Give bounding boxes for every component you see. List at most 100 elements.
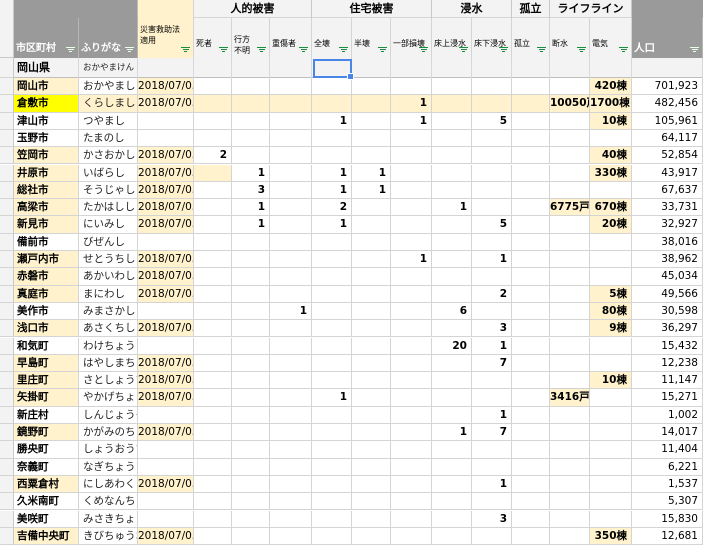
cell-m[interactable] — [232, 354, 270, 373]
cell-pop[interactable]: 12,681 — [632, 527, 703, 545]
cell-pop[interactable]: 52,854 — [632, 147, 703, 165]
cell-p[interactable] — [391, 527, 432, 545]
cell-m[interactable] — [232, 458, 270, 476]
cell-d[interactable] — [194, 302, 232, 321]
cell-i[interactable] — [512, 510, 550, 528]
cell-kana[interactable]: しんじょうそん — [79, 406, 138, 424]
cell-w[interactable]: 3416戸 — [550, 389, 590, 407]
cell-i[interactable] — [512, 147, 550, 165]
cell-p[interactable]: 1 — [391, 112, 432, 130]
cell-kana[interactable]: くめなんちょう — [79, 493, 138, 511]
cell-w[interactable] — [550, 320, 590, 338]
cell-w[interactable] — [550, 354, 590, 373]
cell-p[interactable] — [391, 216, 432, 234]
cell-a[interactable] — [432, 268, 472, 286]
cell-date[interactable]: 2018/07/05 — [138, 389, 194, 407]
cell-i[interactable] — [512, 233, 550, 251]
cell-i[interactable] — [512, 216, 550, 234]
cell-i[interactable] — [512, 458, 550, 476]
cell-a[interactable] — [432, 216, 472, 234]
cell-i[interactable] — [512, 285, 550, 303]
cell-m[interactable] — [232, 320, 270, 338]
cell-w[interactable] — [550, 424, 590, 442]
filter-icon[interactable] — [219, 47, 228, 53]
cell-m[interactable]: 1 — [232, 199, 270, 217]
cell-name[interactable]: 里庄町 — [14, 372, 79, 390]
cell-a[interactable] — [432, 78, 472, 96]
cell-z[interactable] — [312, 233, 352, 251]
cell-s[interactable] — [270, 216, 312, 234]
cell-m[interactable] — [232, 510, 270, 528]
cell-date[interactable]: 2018/07/05 — [138, 199, 194, 217]
cell-s[interactable] — [270, 199, 312, 217]
filter-icon[interactable] — [499, 47, 508, 53]
cell-s[interactable] — [270, 493, 312, 511]
cell-s[interactable] — [270, 181, 312, 200]
cell-e[interactable]: 40棟 — [590, 147, 632, 165]
cell-d[interactable] — [194, 372, 232, 390]
filter-icon[interactable] — [339, 47, 348, 53]
cell-a[interactable] — [432, 164, 472, 182]
cell-p[interactable] — [391, 354, 432, 373]
row-header[interactable] — [0, 233, 14, 251]
column-header-water_outage[interactable]: 断水 — [550, 18, 590, 58]
cell-m[interactable] — [232, 424, 270, 442]
cell-pop[interactable]: 482,456 — [632, 95, 703, 113]
cell-d[interactable] — [194, 320, 232, 338]
cell-z[interactable] — [312, 285, 352, 303]
cell-b[interactable] — [472, 441, 512, 459]
cell-kana[interactable]: びぜんし — [79, 233, 138, 251]
cell-date[interactable] — [138, 129, 194, 148]
cell-z[interactable]: 1 — [312, 389, 352, 407]
column-header-missing[interactable]: 行方不明 — [232, 18, 270, 58]
cell-m[interactable]: 1 — [232, 216, 270, 234]
cell-b[interactable]: 3 — [472, 320, 512, 338]
cell-e[interactable] — [590, 493, 632, 511]
cell-i[interactable] — [512, 372, 550, 390]
cell-b[interactable]: 7 — [472, 424, 512, 442]
cell-a[interactable] — [432, 510, 472, 528]
cell-b[interactable] — [472, 78, 512, 96]
cell-e[interactable] — [590, 181, 632, 200]
cell-date[interactable] — [138, 302, 194, 321]
cell-kana[interactable]: わけちょう — [79, 337, 138, 355]
cell-s[interactable] — [270, 372, 312, 390]
cell-z[interactable] — [312, 147, 352, 165]
cell-h[interactable] — [352, 493, 391, 511]
cell-m[interactable] — [232, 337, 270, 355]
filter-icon[interactable] — [459, 47, 468, 53]
cell-kana[interactable]: いばらし — [79, 164, 138, 182]
cell-w[interactable] — [550, 164, 590, 182]
cell-s[interactable] — [270, 95, 312, 113]
cell-b[interactable] — [472, 389, 512, 407]
cell-s[interactable] — [270, 475, 312, 494]
cell-s[interactable] — [270, 233, 312, 251]
cell-h[interactable] — [352, 458, 391, 476]
cell-w[interactable] — [550, 441, 590, 459]
cell-d[interactable] — [194, 164, 232, 182]
cell-s[interactable] — [270, 268, 312, 286]
row-header[interactable] — [0, 58, 14, 78]
cell-s[interactable] — [270, 354, 312, 373]
cell-s[interactable] — [270, 406, 312, 424]
cell-a[interactable] — [432, 320, 472, 338]
cell-name[interactable]: 西粟倉村 — [14, 475, 79, 494]
cell-kana[interactable]: やかげちょう — [79, 389, 138, 407]
cell-e[interactable]: 5棟 — [590, 285, 632, 303]
cell-h[interactable]: 1 — [352, 181, 391, 200]
cell-e[interactable] — [590, 424, 632, 442]
row-header[interactable] — [0, 216, 14, 234]
cell-e[interactable]: 10棟 — [590, 372, 632, 390]
cell-w[interactable] — [550, 302, 590, 321]
cell-date[interactable]: 2018/07/05 — [138, 164, 194, 182]
cell-h[interactable] — [352, 233, 391, 251]
cell-d[interactable] — [194, 95, 232, 113]
cell-w[interactable] — [550, 475, 590, 494]
cell-name[interactable]: 勝央町 — [14, 441, 79, 459]
cell-date[interactable]: 2018/07/05 — [138, 268, 194, 286]
column-header-furigana[interactable]: ふりがな — [79, 18, 138, 58]
cell-h[interactable] — [352, 424, 391, 442]
cell-b[interactable]: 2 — [472, 285, 512, 303]
cell-s[interactable] — [270, 458, 312, 476]
row-header[interactable] — [0, 268, 14, 286]
